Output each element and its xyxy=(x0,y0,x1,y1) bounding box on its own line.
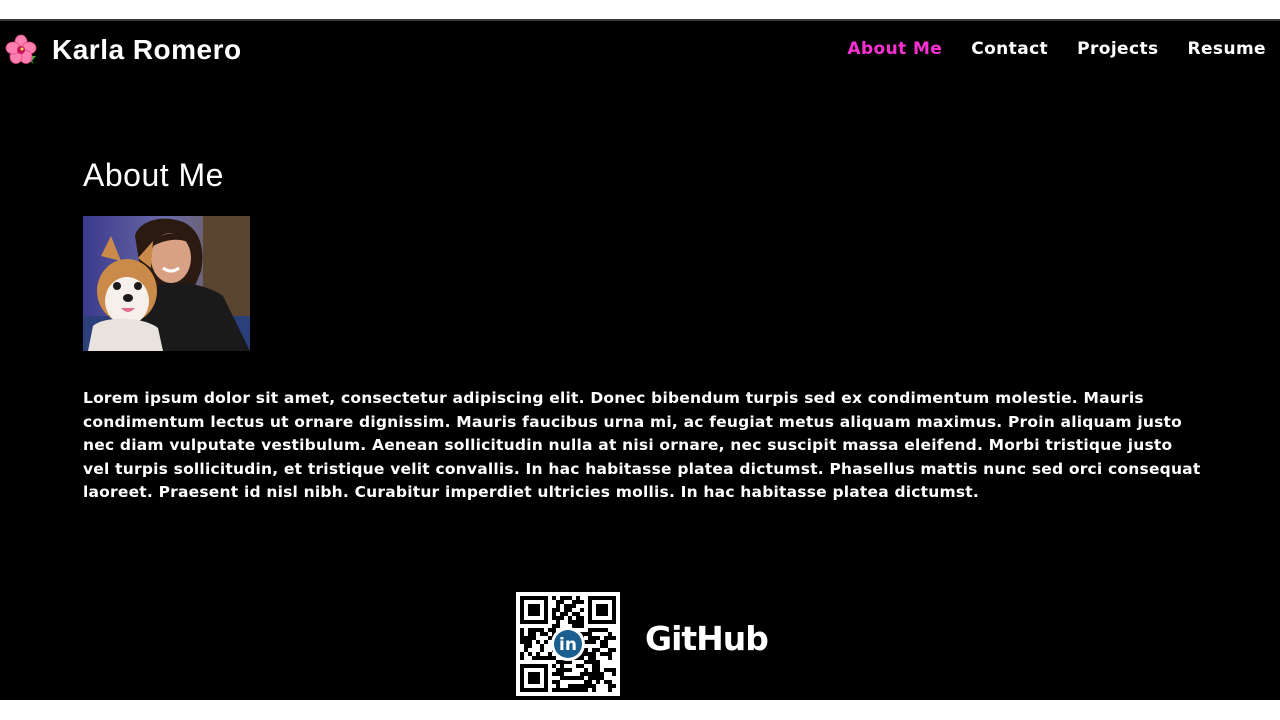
main-nav: About Me Contact Projects Resume xyxy=(818,39,1266,59)
browser-bottom-strip xyxy=(0,700,1280,720)
nav-link-about-me[interactable]: About Me xyxy=(847,39,942,59)
brand[interactable]: Karla Romero xyxy=(5,33,242,67)
browser-top-strip xyxy=(0,0,1280,20)
profile-photo xyxy=(83,216,250,351)
hibiscus-flower-icon xyxy=(5,34,37,64)
svg-text:in: in xyxy=(559,635,577,655)
nav-link-contact[interactable]: Contact xyxy=(971,39,1048,59)
linkedin-qr-code[interactable]: in xyxy=(516,592,620,696)
nav-link-projects[interactable]: Projects xyxy=(1077,39,1158,59)
github-link[interactable]: GitHub xyxy=(645,619,769,658)
bio-paragraph: Lorem ipsum dolor sit amet, consectetur … xyxy=(83,389,1201,501)
page: Karla Romero About Me Contact Projects R… xyxy=(0,21,1280,700)
site-title[interactable]: Karla Romero xyxy=(52,34,242,66)
page-heading: About Me xyxy=(83,157,224,193)
nav-link-resume[interactable]: Resume xyxy=(1188,39,1267,59)
